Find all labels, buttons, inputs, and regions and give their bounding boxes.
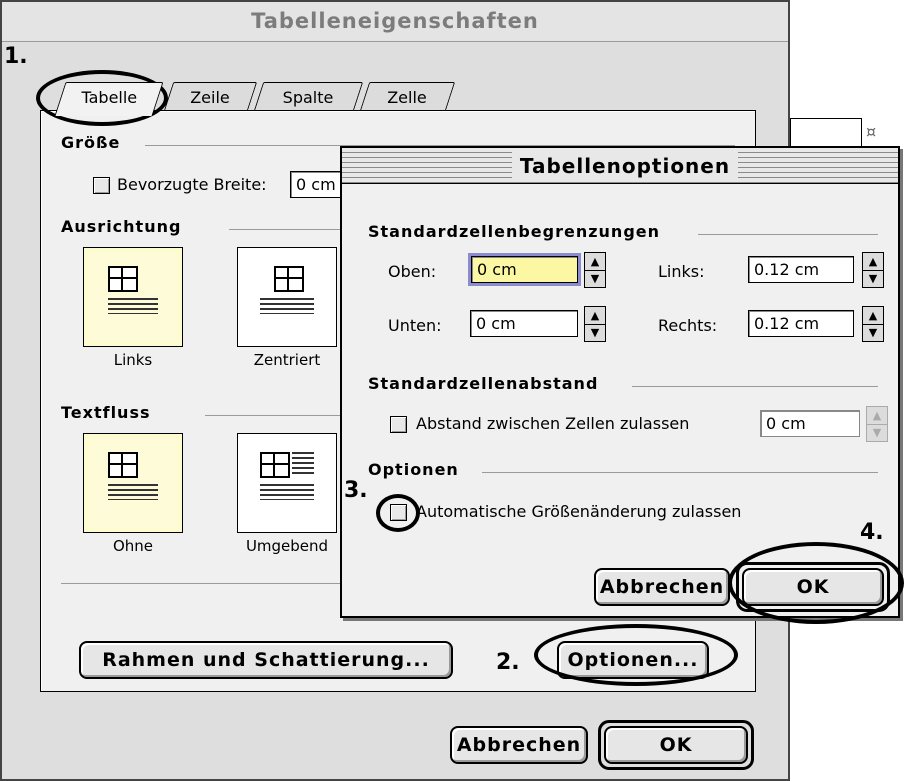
group-label-cell-margins: Standardzellenbegrenzungen (368, 222, 661, 241)
wrap-around-tile[interactable] (237, 433, 337, 533)
main-cancel-button[interactable]: Abbrechen (450, 726, 588, 764)
table-grid-icon (108, 452, 138, 478)
margin-bottom-label: Unten: (388, 316, 442, 335)
margin-top-stepper[interactable]: ▲ ▼ (584, 252, 606, 288)
cell-spacing-stepper[interactable]: ▲ ▼ (866, 406, 888, 442)
step-marker-4: 4. (860, 520, 884, 545)
margin-left-label: Links: (658, 262, 705, 281)
cell-spacing-field[interactable]: 0 cm (760, 410, 860, 437)
wrap-none-caption: Ohne (112, 537, 154, 555)
margin-bottom-stepper[interactable]: ▲ ▼ (584, 306, 606, 342)
divider (205, 415, 345, 416)
divider (229, 229, 349, 230)
group-label-alignment: Ausrichtung (61, 217, 182, 236)
arrow-up-icon[interactable]: ▲ (585, 253, 605, 271)
table-grid-icon (260, 452, 290, 478)
arrow-down-icon[interactable]: ▼ (585, 324, 605, 341)
borders-and-shading-button[interactable]: Rahmen und Schattierung... (79, 641, 453, 679)
arrow-down-icon[interactable]: ▼ (863, 324, 883, 341)
margin-right-label: Rechts: (658, 316, 718, 335)
tab-label: Spalte (282, 88, 334, 107)
callout-autoresize-checkbox (376, 494, 420, 532)
step-marker-2: 2. (496, 650, 520, 675)
arrow-down-icon[interactable]: ▼ (867, 424, 887, 441)
step-marker-3: 3. (344, 478, 368, 503)
tab-label: Zeile (190, 88, 230, 107)
autoresize-label: Automatische Größenänderung zulassen (416, 502, 742, 521)
arrow-up-icon[interactable]: ▲ (863, 253, 883, 271)
group-label-text-wrap: Textfluss (61, 403, 151, 422)
text-lines-icon (108, 484, 158, 500)
table-grid-icon (108, 266, 138, 292)
dialog-title: Tabelleneigenschaften (2, 2, 788, 42)
align-left-tile[interactable] (83, 247, 183, 347)
divider (482, 472, 878, 473)
arrow-up-icon[interactable]: ▲ (867, 407, 887, 425)
tab-label: Zelle (387, 88, 427, 107)
tab-tabelle[interactable]: Tabelle (54, 82, 164, 116)
allow-spacing-label: Abstand zwischen Zellen zulassen (416, 414, 690, 433)
wrap-around-caption: Umgebend (245, 537, 329, 555)
margin-right-stepper[interactable]: ▲ ▼ (862, 306, 884, 342)
group-label-cell-spacing: Standardzellenabstand (368, 374, 599, 393)
text-lines-icon (292, 452, 314, 476)
divider (632, 386, 878, 387)
arrow-down-icon[interactable]: ▼ (585, 270, 605, 287)
divider (698, 234, 878, 235)
arrow-up-icon[interactable]: ▲ (863, 307, 883, 325)
allow-spacing-checkbox[interactable] (390, 416, 407, 433)
text-lines-icon (108, 298, 158, 314)
margin-bottom-field[interactable]: 0 cm (470, 310, 578, 337)
tab-label: Tabelle (81, 88, 138, 107)
wrap-none-tile[interactable] (83, 433, 183, 533)
callout-options-button (534, 624, 738, 686)
options-dialog-title: Tabellenoptionen (512, 150, 738, 182)
margin-left-field[interactable]: 0.12 cm (748, 256, 854, 283)
arrow-down-icon[interactable]: ▼ (863, 270, 883, 287)
preferred-width-checkbox[interactable] (93, 177, 110, 194)
margin-top-label: Oben: (388, 262, 437, 281)
options-cancel-button[interactable]: Abbrechen (594, 568, 730, 606)
margin-left-stepper[interactable]: ▲ ▼ (862, 252, 884, 288)
table-grid-icon (274, 266, 304, 292)
text-lines-icon (260, 484, 314, 500)
align-center-caption: Zentriert (253, 351, 321, 369)
table-cell-marker-icon: ¤ (866, 122, 877, 141)
margin-top-field[interactable]: 0 cm (468, 253, 581, 286)
align-center-tile[interactable] (237, 247, 337, 347)
callout-options-ok (728, 542, 904, 624)
step-marker-1: 1. (4, 44, 28, 69)
text-lines-icon (260, 298, 314, 314)
margin-right-field[interactable]: 0.12 cm (748, 310, 854, 337)
arrow-up-icon[interactable]: ▲ (585, 307, 605, 325)
group-label-size: Größe (61, 133, 121, 152)
group-label-options: Optionen (368, 460, 459, 479)
align-left-caption: Links (113, 351, 153, 369)
main-ok-button[interactable]: OK (604, 726, 748, 764)
preferred-width-label: Bevorzugte Breite: (117, 175, 267, 194)
